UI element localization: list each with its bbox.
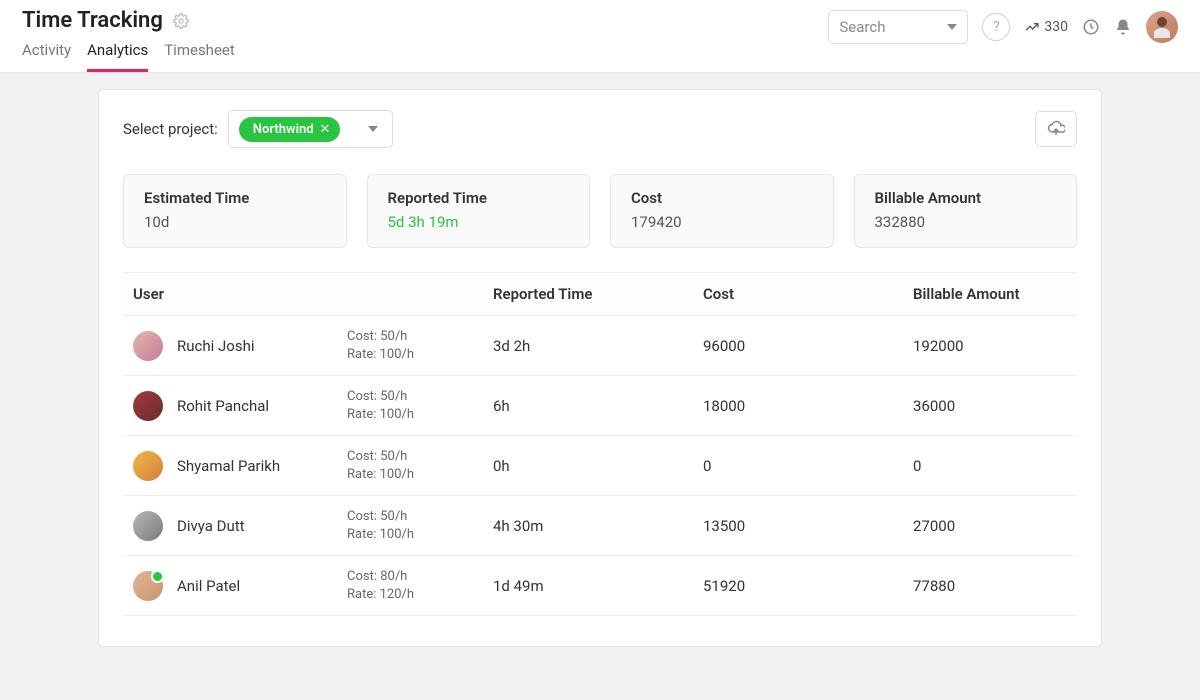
cell-reported-time: 3d 2h (493, 337, 703, 355)
user-avatar[interactable] (133, 511, 163, 541)
card-label: Estimated Time (144, 189, 326, 207)
user-avatar[interactable] (133, 331, 163, 361)
project-chip-label: Northwind (253, 122, 314, 137)
user-avatar[interactable] (133, 391, 163, 421)
topbar-right: Search ? 330 (828, 8, 1178, 44)
project-chip[interactable]: Northwind ✕ (239, 117, 341, 142)
user-cell: Ruchi JoshiCost: 50/hRate: 100/h (133, 328, 493, 363)
cell-reported-time: 0h (493, 457, 703, 475)
user-avatar[interactable] (133, 451, 163, 481)
cell-cost: 96000 (703, 337, 913, 355)
user-table: User Reported Time Cost Billable Amount … (123, 272, 1077, 616)
card-label: Billable Amount (875, 189, 1057, 207)
topbar: Time Tracking Activity Analytics Timeshe… (0, 0, 1200, 73)
tab-timesheet[interactable]: Timesheet (164, 41, 235, 72)
gear-icon[interactable] (173, 13, 189, 29)
cell-cost: 51920 (703, 577, 913, 595)
chevron-down-icon (368, 126, 378, 132)
cell-billable: 192000 (913, 337, 1067, 355)
card-value: 5d 3h 19m (388, 213, 570, 231)
title-row: Time Tracking (22, 8, 235, 33)
cell-reported-time: 6h (493, 397, 703, 415)
user-name: Ruchi Joshi (177, 337, 347, 355)
analytics-panel: Select project: Northwind ✕ Estimated Ti… (98, 89, 1102, 647)
user-name: Rohit Panchal (177, 397, 347, 415)
user-name: Divya Dutt (177, 517, 347, 535)
summary-cards: Estimated Time 10d Reported Time 5d 3h 1… (123, 174, 1077, 248)
user-rates: Cost: 80/hRate: 120/h (347, 568, 414, 603)
project-select[interactable]: Northwind ✕ (228, 110, 394, 148)
card-value: 179420 (631, 213, 813, 231)
user-avatar[interactable] (133, 571, 163, 601)
user-rates: Cost: 50/hRate: 100/h (347, 508, 414, 543)
col-header-billable: Billable Amount (913, 285, 1067, 303)
cell-billable: 77880 (913, 577, 1067, 595)
cell-billable: 36000 (913, 397, 1067, 415)
help-icon[interactable]: ? (982, 13, 1010, 41)
col-header-user: User (133, 285, 493, 303)
user-rates: Cost: 50/hRate: 100/h (347, 448, 414, 483)
karma-value: 330 (1044, 19, 1068, 35)
project-row: Select project: Northwind ✕ (123, 110, 1077, 148)
cell-cost: 18000 (703, 397, 913, 415)
tabs: Activity Analytics Timesheet (22, 41, 235, 72)
cell-cost: 13500 (703, 517, 913, 535)
card-cost: Cost 179420 (610, 174, 834, 248)
card-label: Cost (631, 189, 813, 207)
user-cell: Anil PatelCost: 80/hRate: 120/h (133, 568, 493, 603)
table-row[interactable]: Anil PatelCost: 80/hRate: 120/h1d 49m519… (123, 556, 1077, 616)
user-cell: Divya DuttCost: 50/hRate: 100/h (133, 508, 493, 543)
cell-cost: 0 (703, 457, 913, 475)
card-estimated-time: Estimated Time 10d (123, 174, 347, 248)
chevron-down-icon (947, 24, 957, 30)
karma-badge[interactable]: 330 (1024, 19, 1068, 35)
user-name: Anil Patel (177, 577, 347, 595)
tab-analytics[interactable]: Analytics (87, 41, 148, 72)
bell-icon[interactable] (1114, 18, 1132, 36)
cell-billable: 0 (913, 457, 1067, 475)
table-row[interactable]: Divya DuttCost: 50/hRate: 100/h4h 30m135… (123, 496, 1077, 556)
topbar-left: Time Tracking Activity Analytics Timeshe… (22, 8, 235, 72)
col-header-reported: Reported Time (493, 285, 703, 303)
user-rates: Cost: 50/hRate: 100/h (347, 328, 414, 363)
table-row[interactable]: Ruchi JoshiCost: 50/hRate: 100/h3d 2h960… (123, 316, 1077, 376)
card-label: Reported Time (388, 189, 570, 207)
export-button[interactable] (1035, 111, 1077, 147)
user-cell: Rohit PanchalCost: 50/hRate: 100/h (133, 388, 493, 423)
cell-reported-time: 4h 30m (493, 517, 703, 535)
table-row[interactable]: Rohit PanchalCost: 50/hRate: 100/h6h1800… (123, 376, 1077, 436)
search-input[interactable]: Search (828, 10, 968, 44)
history-icon[interactable] (1082, 18, 1100, 36)
card-reported-time: Reported Time 5d 3h 19m (367, 174, 591, 248)
cell-reported-time: 1d 49m (493, 577, 703, 595)
table-row[interactable]: Shyamal ParikhCost: 50/hRate: 100/h0h00 (123, 436, 1077, 496)
col-header-cost: Cost (703, 285, 913, 303)
user-name: Shyamal Parikh (177, 457, 347, 475)
page-title: Time Tracking (22, 8, 163, 33)
project-left: Select project: Northwind ✕ (123, 110, 393, 148)
cell-billable: 27000 (913, 517, 1067, 535)
search-placeholder: Search (839, 18, 885, 36)
user-avatar[interactable] (1146, 11, 1178, 43)
user-cell: Shyamal ParikhCost: 50/hRate: 100/h (133, 448, 493, 483)
table-header: User Reported Time Cost Billable Amount (123, 272, 1077, 316)
card-value: 10d (144, 213, 326, 231)
card-value: 332880 (875, 213, 1057, 231)
table-body: Ruchi JoshiCost: 50/hRate: 100/h3d 2h960… (123, 316, 1077, 616)
card-billable-amount: Billable Amount 332880 (854, 174, 1078, 248)
select-project-label: Select project: (123, 120, 218, 138)
tab-activity[interactable]: Activity (22, 41, 71, 72)
user-rates: Cost: 50/hRate: 100/h (347, 388, 414, 423)
close-icon[interactable]: ✕ (320, 122, 331, 137)
